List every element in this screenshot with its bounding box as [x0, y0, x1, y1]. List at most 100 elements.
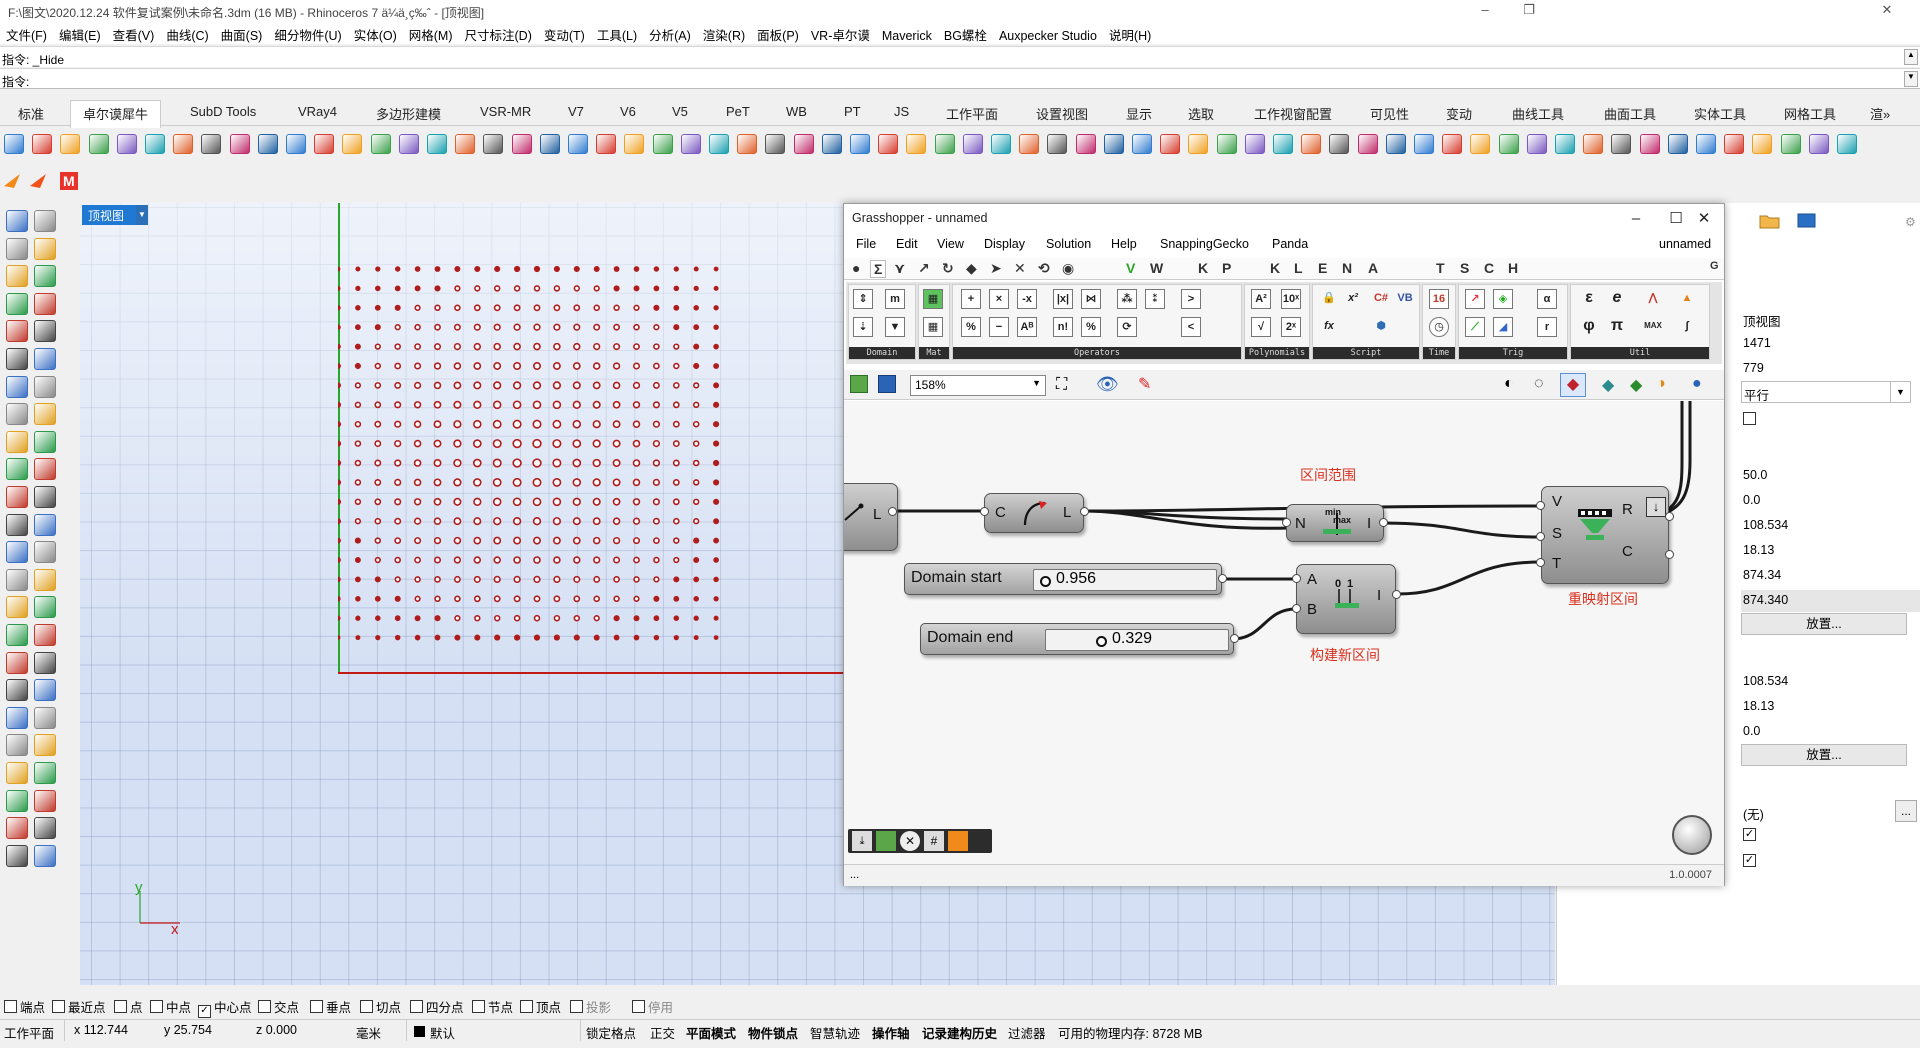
grid-point[interactable] — [434, 615, 441, 622]
grid-point[interactable] — [374, 517, 382, 525]
gh-menu-snappinggecko[interactable]: SnappingGecko — [1160, 237, 1249, 251]
grid-point[interactable] — [338, 498, 342, 505]
left-tool-icon[interactable] — [34, 762, 56, 784]
pin[interactable] — [1218, 574, 1227, 583]
osnap-vertex[interactable]: 顶点 — [520, 997, 561, 1016]
gh-tab-transform-icon[interactable]: ⟲ — [1038, 260, 1050, 277]
grid-point[interactable] — [355, 285, 361, 292]
status-gumball[interactable]: 操作轴 — [872, 1023, 910, 1042]
grid-point[interactable] — [672, 440, 680, 448]
left-tool-icon[interactable] — [6, 320, 28, 343]
pin[interactable] — [1080, 507, 1089, 516]
grid-point[interactable] — [473, 400, 482, 409]
gear-icon[interactable]: ⚙ — [1905, 215, 1916, 229]
tab-v7[interactable]: V7 — [568, 104, 584, 119]
grid-point[interactable] — [632, 537, 641, 545]
grid-point[interactable] — [713, 557, 719, 563]
grid-point[interactable] — [338, 557, 341, 563]
toolbar-tool-icon[interactable] — [1808, 134, 1829, 154]
grid-point[interactable] — [338, 266, 341, 272]
left-tool-icon[interactable] — [6, 844, 28, 867]
grid-point[interactable] — [338, 440, 342, 447]
grid-point[interactable] — [713, 324, 719, 330]
grid-point[interactable] — [453, 497, 462, 506]
gh-canvas[interactable]: L C L N min max I A B 01 I V S T R C ↓ D… — [844, 401, 1724, 864]
grid-point[interactable] — [672, 420, 680, 428]
grid-point[interactable] — [375, 634, 381, 641]
smooth-numbers-icon[interactable]: ∫ — [1677, 317, 1697, 337]
toolbar-tool-icon[interactable] — [1273, 134, 1293, 154]
menu-tools[interactable]: 工具(L) — [591, 22, 643, 47]
grid-point[interactable] — [355, 266, 361, 272]
prop-location-x[interactable]: 108.534 — [1741, 515, 1920, 537]
grid-point[interactable] — [533, 265, 541, 273]
pin[interactable] — [1230, 634, 1239, 643]
grid-point[interactable] — [493, 614, 501, 622]
gh-tab-display-icon[interactable]: ◉ — [1062, 260, 1074, 277]
grid-point[interactable] — [453, 439, 462, 448]
tab-vsr-mr[interactable]: VSR-MR — [480, 104, 531, 119]
tab-standard[interactable]: 标准 — [18, 104, 44, 123]
grid-point[interactable] — [454, 634, 461, 641]
grid-point[interactable] — [433, 497, 442, 506]
grid-point[interactable] — [593, 323, 601, 331]
grid-point[interactable] — [374, 343, 381, 350]
toolbar-tool-icon[interactable] — [878, 134, 899, 154]
shaded-preview-icon[interactable]: ◆ — [1560, 373, 1586, 397]
grid-point[interactable] — [693, 343, 700, 350]
prop-rotation[interactable]: 0.0 — [1741, 490, 1920, 512]
disable-icon[interactable]: ✕ — [900, 831, 920, 851]
grid-point[interactable] — [414, 362, 422, 370]
zoom-extents-icon[interactable]: ⛶ — [1056, 376, 1067, 394]
left-tool-icon[interactable] — [34, 624, 56, 646]
pin[interactable] — [1379, 518, 1388, 527]
grid-point[interactable] — [673, 304, 680, 311]
prop-distance[interactable]: 874.34 — [1741, 565, 1920, 587]
tab-wb[interactable]: WB — [786, 104, 807, 119]
grid-point[interactable] — [374, 576, 381, 583]
left-tool-icon[interactable] — [34, 237, 56, 260]
grid-point[interactable] — [493, 381, 502, 390]
grid-point[interactable] — [355, 324, 361, 331]
grid-point[interactable] — [433, 381, 442, 390]
grid-point[interactable] — [552, 517, 562, 526]
tab-select[interactable]: 选取 — [1188, 104, 1214, 123]
grid-point[interactable] — [613, 595, 620, 603]
grid-point[interactable] — [633, 304, 640, 311]
grid-point[interactable] — [413, 439, 422, 448]
toolbar-tool-icon[interactable] — [850, 134, 870, 154]
grid-point[interactable] — [493, 285, 501, 292]
left-tool-icon[interactable] — [34, 348, 56, 370]
gh-tab-w[interactable]: W — [1150, 260, 1163, 276]
osnap-near[interactable]: 最近点 — [52, 997, 106, 1016]
toolbar-tool-icon[interactable] — [1019, 134, 1040, 154]
left-tool-icon[interactable] — [34, 651, 56, 674]
gh-tab-g[interactable]: G — [1710, 260, 1719, 272]
left-tool-icon[interactable] — [6, 292, 28, 315]
grid-point[interactable] — [692, 459, 700, 467]
matrix-icon[interactable]: ▦ — [923, 289, 943, 309]
grid-point[interactable] — [433, 400, 442, 409]
vb-icon[interactable]: VB — [1395, 289, 1415, 309]
grid-point[interactable] — [652, 459, 661, 467]
grid-point[interactable] — [613, 634, 620, 641]
toolbar-tool-icon[interactable] — [1132, 134, 1152, 154]
grid-point[interactable] — [453, 556, 462, 564]
grid-point[interactable] — [713, 401, 720, 408]
grid-point[interactable] — [394, 324, 401, 331]
power-of-2-icon[interactable]: 2ˣ — [1281, 317, 1301, 337]
left-tool-icon[interactable] — [34, 375, 56, 398]
grid-point[interactable] — [653, 362, 660, 370]
slider-domain-end[interactable]: Domain end 0.329 — [920, 623, 1234, 655]
toolbar-tool-icon[interactable] — [1216, 134, 1237, 154]
tab-curve-tools[interactable]: 曲线工具 — [1512, 104, 1564, 123]
grid-point[interactable] — [338, 285, 341, 291]
construct-domain-icon[interactable]: m — [885, 289, 905, 309]
menu-mesh[interactable]: 网格(M) — [403, 22, 459, 47]
clock-icon[interactable]: ◷ — [1429, 317, 1449, 337]
prop-width[interactable]: 1471 — [1741, 333, 1920, 355]
pin[interactable] — [1536, 558, 1545, 567]
tab-vray4[interactable]: VRay4 — [298, 104, 337, 119]
grid-point[interactable] — [394, 439, 402, 448]
grid-point[interactable] — [653, 343, 660, 350]
